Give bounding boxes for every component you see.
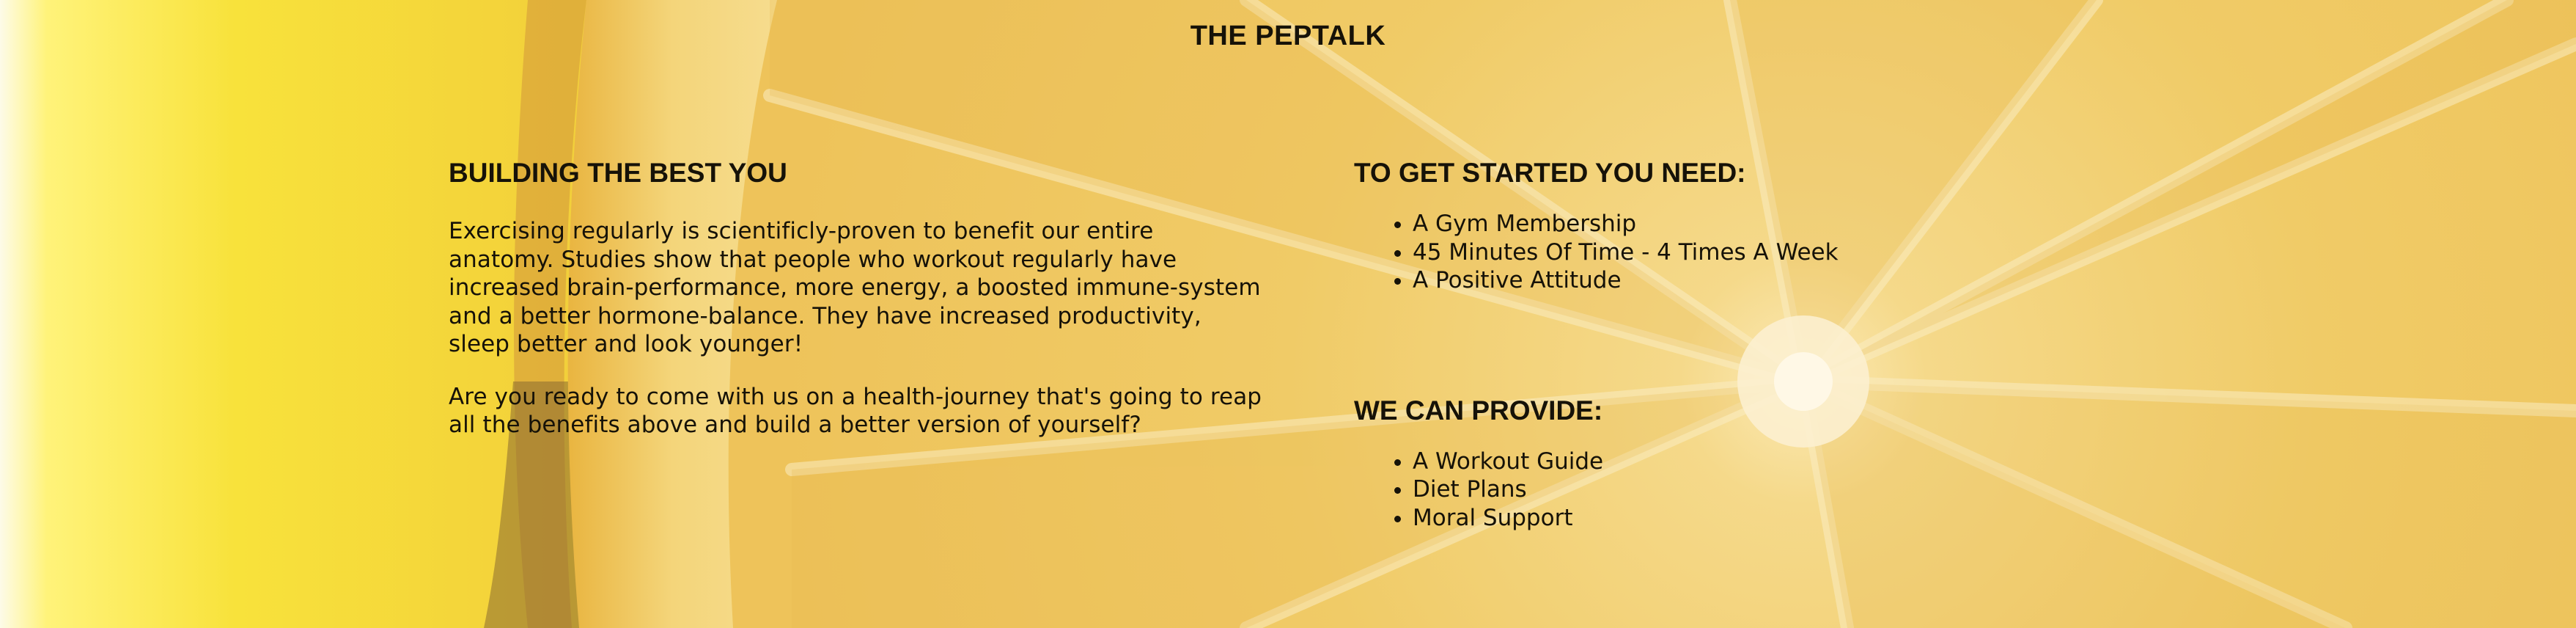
provisions-block: WE CAN PROVIDE: A Workout Guide Diet Pla… [1354,393,2014,533]
list-item: A Gym Membership [1413,210,2014,238]
requirements-heading: TO GET STARTED YOU NEED: [1354,158,1746,188]
page-content: THE PEPTALK BUILDING THE BEST YOU Exerci… [0,0,2576,628]
building-section: BUILDING THE BEST YOU Exercising regular… [449,156,1277,464]
invitation-paragraph: Are you ready to come with us on a healt… [449,383,1262,439]
benefits-paragraph: Exercising regularly is scientificly-pro… [449,218,1261,357]
requirements-block: TO GET STARTED YOU NEED: A Gym Membershi… [1354,156,2014,295]
site-title: THE PEPTALK [1190,21,1386,51]
provisions-heading: WE CAN PROVIDE: [1354,395,1603,426]
list-item: 45 Minutes Of Time - 4 Times A Week [1413,238,2014,267]
list-item: A Workout Guide [1413,448,2014,476]
requirements-list: A Gym Membership 45 Minutes Of Time - 4 … [1354,210,2014,295]
provisions-list: A Workout Guide Diet Plans Moral Support [1354,448,2014,533]
building-heading: BUILDING THE BEST YOU [449,158,787,188]
list-item: Moral Support [1413,504,2014,533]
list-item: A Positive Attitude [1413,266,2014,295]
list-item: Diet Plans [1413,475,2014,504]
info-section: TO GET STARTED YOU NEED: A Gym Membershi… [1354,156,2014,532]
